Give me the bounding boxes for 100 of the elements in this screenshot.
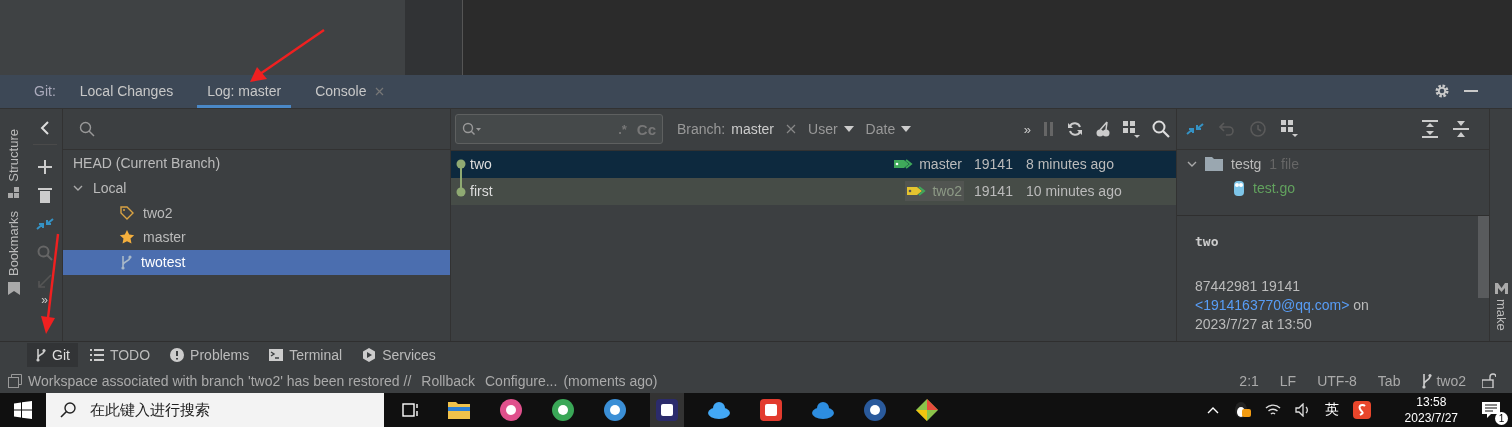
branch-tree-item[interactable]: HEAD (Current Branch) bbox=[63, 150, 450, 176]
commit-subject: two bbox=[1195, 232, 1220, 251]
status-widget[interactable]: 2:1 bbox=[1239, 372, 1259, 389]
tag-icon bbox=[119, 204, 135, 221]
settings-icon[interactable] bbox=[1434, 83, 1450, 100]
list-icon bbox=[89, 349, 104, 362]
branch-tree-item[interactable]: master bbox=[63, 224, 450, 250]
commit-date: 8 minutes ago bbox=[1026, 156, 1115, 173]
merge-arrows-icon[interactable] bbox=[1186, 120, 1204, 137]
terminal-icon bbox=[269, 349, 284, 362]
tool-tab[interactable]: Problems bbox=[162, 343, 258, 368]
input-method-icon[interactable] bbox=[1352, 401, 1371, 419]
search-icon bbox=[462, 122, 482, 137]
side-tool-tab[interactable]: Structure bbox=[0, 128, 27, 200]
refresh-icon[interactable] bbox=[1067, 121, 1083, 138]
task-view-icon[interactable] bbox=[402, 402, 420, 418]
commit-author: 19141 bbox=[974, 183, 1014, 200]
warning-icon bbox=[170, 348, 185, 363]
input-method-indicator[interactable]: 英 bbox=[1324, 401, 1339, 419]
branch-tree-item[interactable]: two2 bbox=[63, 200, 450, 225]
close-icon[interactable] bbox=[786, 124, 797, 135]
folder-icon bbox=[1205, 156, 1223, 171]
tool-window-tab[interactable]: Local Changes bbox=[69, 74, 184, 108]
taskbar-app[interactable] bbox=[650, 393, 684, 427]
branch-icon bbox=[1421, 372, 1433, 389]
scrollbar[interactable] bbox=[1478, 215, 1489, 298]
side-tool-tab[interactable]: make bbox=[1493, 283, 1509, 332]
filter-dropdown[interactable]: User bbox=[808, 121, 854, 138]
file-row[interactable]: test.go bbox=[1177, 175, 1489, 200]
gopher-icon bbox=[1233, 179, 1245, 196]
branch-label: HEAD (Current Branch) bbox=[73, 154, 221, 171]
tool-tab[interactable]: Git bbox=[27, 343, 78, 368]
window-icon[interactable] bbox=[8, 373, 22, 388]
status-message: Workspace associated with branch 'two2' has been restored // bbox=[28, 372, 412, 389]
branch-label: twotest bbox=[141, 254, 186, 271]
app-icon bbox=[655, 398, 679, 422]
side-tool-tab[interactable]: Bookmarks bbox=[0, 211, 27, 296]
branch-tree-item[interactable]: Local bbox=[63, 175, 450, 201]
circle-icon bbox=[603, 398, 627, 422]
ref-label: two2 bbox=[905, 181, 964, 202]
unlock-icon[interactable] bbox=[1482, 373, 1496, 389]
commit-row[interactable]: first two2 19141 10 minutes ago bbox=[451, 177, 1176, 205]
status-widget[interactable]: LF bbox=[1279, 372, 1297, 389]
tool-tab[interactable]: Terminal bbox=[261, 343, 351, 368]
make-icon bbox=[1494, 283, 1508, 295]
search-icon bbox=[60, 402, 76, 418]
commit-date: 10 minutes ago bbox=[1026, 183, 1123, 200]
chevron-up-icon[interactable] bbox=[1206, 406, 1219, 414]
branch-icon bbox=[119, 254, 133, 271]
dropdown-arrow-icon bbox=[901, 125, 912, 134]
status-widget[interactable]: Tab bbox=[1377, 372, 1401, 389]
notification-icon bbox=[1482, 402, 1500, 418]
email-link[interactable]: <1914163770@qq.com> bbox=[1195, 296, 1350, 313]
search-icon[interactable] bbox=[1152, 120, 1170, 139]
filter-dropdown[interactable]: Date bbox=[865, 121, 912, 138]
taskbar-search-field[interactable]: 在此键入进行搜索 bbox=[46, 393, 384, 427]
merge-arrows-icon[interactable] bbox=[35, 215, 54, 232]
grid-icon[interactable] bbox=[1123, 120, 1140, 138]
branch-icon bbox=[35, 348, 46, 363]
plus-icon[interactable] bbox=[37, 159, 52, 174]
folder-name: testg bbox=[1231, 155, 1262, 172]
back-icon[interactable] bbox=[38, 120, 51, 135]
tool-window-title: Git: bbox=[34, 83, 56, 100]
more-icon[interactable]: » bbox=[41, 294, 48, 305]
branch-label: two2 bbox=[143, 204, 173, 221]
status-link[interactable]: Configure... bbox=[485, 372, 558, 389]
app-icon bbox=[759, 398, 783, 422]
tool-tab[interactable]: Services bbox=[354, 343, 444, 368]
trash-icon[interactable] bbox=[37, 186, 52, 203]
commit-meta: on bbox=[1353, 296, 1369, 313]
commit-row[interactable]: two master 19141 8 minutes ago bbox=[451, 150, 1176, 178]
speaker-icon[interactable] bbox=[1294, 403, 1311, 417]
structure-icon bbox=[7, 187, 20, 200]
status-widget[interactable]: UTF-8 bbox=[1317, 372, 1357, 389]
expand-all-icon[interactable] bbox=[1422, 119, 1438, 138]
branch-label: Local bbox=[93, 179, 127, 196]
dropdown-arrow-icon bbox=[843, 125, 854, 134]
file-name: test.go bbox=[1253, 179, 1296, 196]
commit-graph bbox=[455, 158, 467, 197]
search-icon[interactable] bbox=[79, 120, 95, 137]
compare-icon[interactable] bbox=[37, 273, 52, 288]
branch-tree-item[interactable]: twotest bbox=[63, 249, 450, 275]
status-link[interactable]: Rollback bbox=[421, 372, 475, 389]
tool-window-tab[interactable]: Console bbox=[305, 74, 394, 108]
cherries-icon[interactable] bbox=[1095, 121, 1111, 138]
grid-icon[interactable] bbox=[1281, 120, 1298, 138]
tool-tab[interactable]: TODO bbox=[81, 343, 159, 368]
windows-logo-icon[interactable] bbox=[14, 401, 32, 419]
vcs-branch-widget[interactable]: two2 bbox=[1421, 372, 1466, 389]
more-icon[interactable]: » bbox=[1023, 121, 1031, 137]
collapse-all-icon[interactable] bbox=[1453, 119, 1469, 138]
commit-message: two bbox=[470, 156, 492, 173]
branch-filter[interactable]: Branch: master bbox=[677, 121, 775, 138]
ref-label: master bbox=[892, 154, 964, 175]
play-icon bbox=[362, 348, 377, 363]
wifi-icon[interactable] bbox=[1264, 403, 1281, 417]
diamond-icon bbox=[915, 398, 939, 422]
branch-label: master bbox=[143, 229, 186, 246]
commit-author: 19141 bbox=[974, 156, 1014, 173]
taskbar-clock[interactable]: 13:58 2023/7/27 bbox=[1404, 394, 1458, 426]
